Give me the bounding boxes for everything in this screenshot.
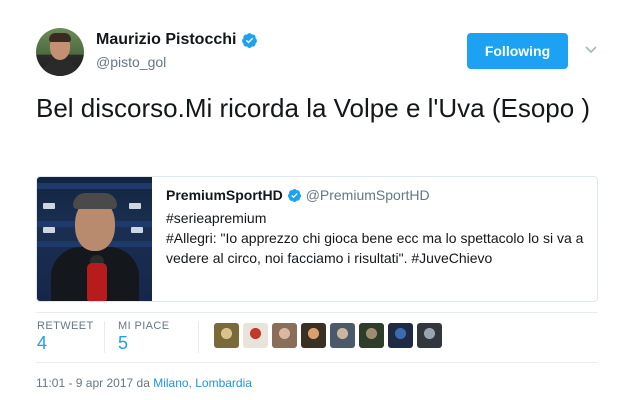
author-display-name[interactable]: Maurizio Pistocchi — [96, 31, 236, 49]
liker-avatar[interactable] — [214, 323, 239, 348]
liker-avatar[interactable] — [272, 323, 297, 348]
quoted-tweet-image[interactable] — [37, 177, 152, 301]
liker-avatar[interactable] — [417, 323, 442, 348]
liker-avatar[interactable] — [243, 323, 268, 348]
quoted-tweet-header: PremiumSportHD @PremiumSportHD — [166, 187, 430, 203]
stat-separator — [104, 321, 105, 353]
likes-count[interactable]: 5 — [118, 333, 128, 354]
liker-avatar[interactable] — [301, 323, 326, 348]
quoted-hashtag-line: #serieapremium — [166, 210, 267, 226]
quoted-display-name: PremiumSportHD — [166, 187, 283, 203]
retweet-label: RETWEET — [37, 320, 94, 332]
tweet-meta: 11:01 - 9 apr 2017 da Milano, Lombardia — [36, 376, 252, 390]
verified-badge-icon — [287, 188, 301, 202]
likers-avatar-list — [214, 323, 442, 348]
following-button[interactable]: Following — [467, 33, 568, 69]
chevron-down-icon[interactable] — [583, 41, 599, 57]
tweet-timestamp[interactable]: 11:01 - 9 apr 2017 da — [36, 376, 153, 390]
meta-divider — [36, 362, 598, 363]
likes-label: MI PIACE — [118, 320, 170, 332]
quoted-quote-line: #Allegri: "Io apprezzo chi gioca bene ec… — [166, 230, 584, 266]
retweet-count[interactable]: 4 — [37, 333, 47, 354]
quoted-tweet-text: #serieapremium #Allegri: "Io apprezzo ch… — [166, 208, 586, 268]
author-avatar[interactable] — [36, 28, 84, 76]
liker-avatar[interactable] — [330, 323, 355, 348]
author-name-line[interactable]: Maurizio Pistocchi — [96, 31, 258, 49]
stats-divider — [36, 312, 598, 313]
verified-badge-icon — [242, 32, 258, 48]
stat-separator — [198, 321, 199, 353]
tweet-text: Bel discorso.Mi ricorda la Volpe e l'Uva… — [36, 93, 591, 123]
tweet-card: Maurizio Pistocchi @pisto_gol Following … — [0, 0, 635, 400]
quoted-handle: @PremiumSportHD — [305, 187, 430, 203]
liker-avatar[interactable] — [388, 323, 413, 348]
tweet-location[interactable]: Milano, Lombardia — [153, 376, 252, 390]
author-handle[interactable]: @pisto_gol — [96, 54, 166, 70]
quoted-tweet[interactable]: PremiumSportHD @PremiumSportHD #serieapr… — [36, 176, 598, 302]
liker-avatar[interactable] — [359, 323, 384, 348]
